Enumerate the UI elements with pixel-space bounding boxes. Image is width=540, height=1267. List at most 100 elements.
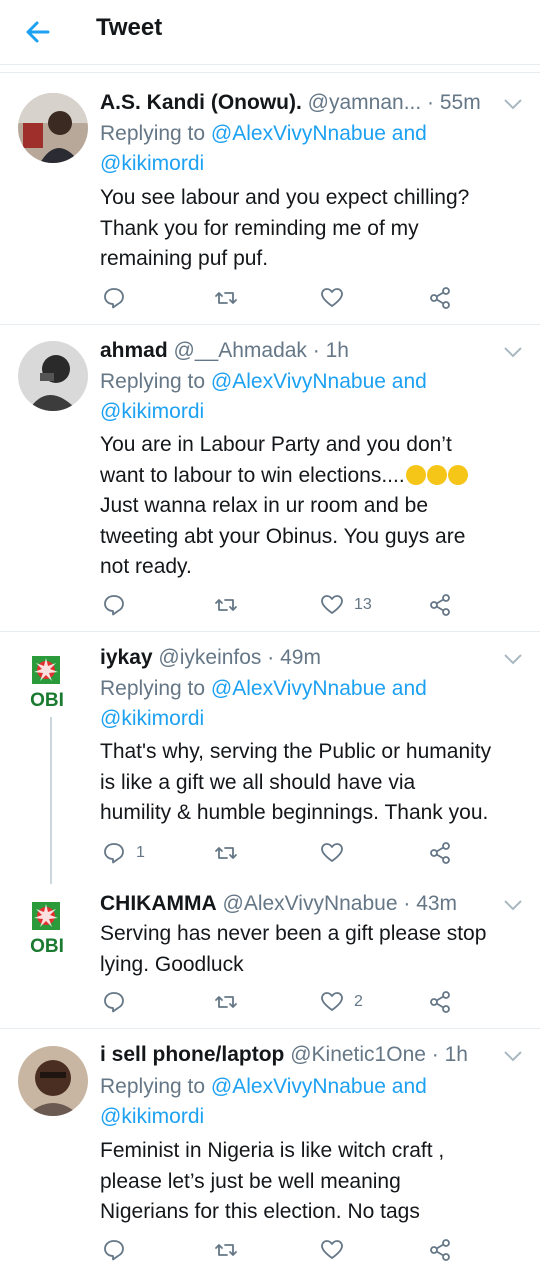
chevron-down-icon[interactable]: [502, 1049, 524, 1063]
text-line: Thank you for reminding me of my: [100, 216, 419, 240]
divider: [0, 72, 540, 73]
text-line: Nigerians for this election. No tags: [100, 1200, 420, 1223]
display-name[interactable]: CHIKAMMA: [100, 892, 217, 915]
replying-to: Replying to @AlexVivyNnabue and @kikimor…: [100, 1072, 520, 1132]
display-name[interactable]: ahmad: [100, 339, 168, 362]
share-button[interactable]: [428, 286, 452, 310]
back-arrow-icon[interactable]: [22, 16, 54, 48]
heart-icon: [321, 1240, 343, 1259]
mention-link[interactable]: @AlexVivyNnabue and: [211, 122, 427, 145]
replying-prefix: Replying to: [100, 677, 211, 700]
reply-count: 1: [136, 844, 145, 861]
chevron-down-icon[interactable]: [502, 345, 524, 359]
share-icon: [430, 842, 450, 864]
reply-icon: [104, 843, 124, 864]
chevron-down-icon[interactable]: [502, 652, 524, 666]
like-button[interactable]: [320, 286, 344, 310]
obi-logo-avatar[interactable]: OBI: [22, 900, 72, 960]
retweet-button[interactable]: [214, 990, 238, 1014]
replying-prefix: Replying to: [100, 1075, 211, 1098]
mention-link[interactable]: @kikimordi: [100, 152, 204, 175]
like-button[interactable]: [320, 841, 344, 865]
divider: [0, 324, 540, 325]
replying-to: Replying to @AlexVivyNnabue and @kikimor…: [100, 674, 520, 734]
text-line: tweeting abt your Obinus. You guys are: [100, 524, 466, 548]
retweet-button[interactable]: [214, 593, 238, 617]
reply-icon: [104, 1240, 124, 1261]
like-button[interactable]: [320, 1238, 344, 1262]
tweet-text: Feminist in Nigeria is like witch craft …: [100, 1136, 530, 1228]
page-title: Tweet: [96, 14, 163, 41]
display-name[interactable]: A.S. Kandi (Onowu).: [100, 91, 302, 114]
like-count: 2: [354, 993, 363, 1010]
tweet-text: You see labour and you expect chilling? …: [100, 183, 530, 275]
avatar[interactable]: [18, 93, 88, 163]
reply-button[interactable]: [102, 593, 126, 617]
text-line: Serving has never been a gift please sto…: [100, 922, 487, 945]
reply-button[interactable]: [102, 990, 126, 1014]
heart-icon: [321, 595, 343, 614]
share-button[interactable]: [428, 593, 452, 617]
text-line: You are in Labour Party and you don’t: [100, 433, 452, 456]
share-button[interactable]: [428, 990, 452, 1014]
replying-to: Replying to @AlexVivyNnabue and @kikimor…: [100, 367, 520, 427]
heart-icon: [321, 992, 343, 1011]
tweet-text: That's why, serving the Public or humani…: [100, 737, 530, 829]
handle[interactable]: @iykeinfos: [158, 646, 261, 669]
share-icon: [430, 991, 450, 1013]
display-name[interactable]: iykay: [100, 646, 153, 669]
thread-connector: [50, 717, 52, 884]
mention-link[interactable]: @kikimordi: [100, 1105, 204, 1128]
like-count: 13: [354, 596, 372, 613]
mention-link[interactable]: @AlexVivyNnabue and: [211, 370, 427, 393]
handle[interactable]: @yamnan...: [308, 91, 422, 114]
share-icon: [430, 1239, 450, 1261]
chevron-down-icon[interactable]: [502, 898, 524, 912]
obi-logo-avatar[interactable]: OBI: [22, 654, 72, 714]
laughing-emoji-icon: [447, 464, 468, 485]
mention-link[interactable]: @AlexVivyNnabue and: [211, 677, 427, 700]
tweet-text: Serving has never been a gift please sto…: [100, 919, 530, 980]
text-line: humility & humble beginnings. Thank you.: [100, 801, 489, 824]
handle[interactable]: @__Ahmadak: [174, 339, 307, 362]
text-line: lying. Goodluck: [100, 952, 244, 976]
timestamp: · 43m: [397, 892, 458, 915]
text-line: please let’s just be well meaning: [100, 1169, 401, 1193]
share-button[interactable]: [428, 1238, 452, 1262]
avatar[interactable]: [18, 341, 88, 411]
reply-button[interactable]: 1: [102, 841, 145, 865]
text-line: want to labour to win elections....: [100, 463, 405, 487]
obi-logo-text: OBI: [30, 690, 64, 711]
retweet-icon: [215, 1244, 237, 1256]
text-line: remaining puf puf.: [100, 247, 269, 270]
timestamp: · 49m: [261, 646, 321, 669]
share-button[interactable]: [428, 841, 452, 865]
reply-button[interactable]: [102, 286, 126, 310]
mention-link[interactable]: @kikimordi: [100, 400, 204, 423]
text-line: Just wanna relax in ur room and be: [100, 494, 429, 517]
mention-link[interactable]: @AlexVivyNnabue and: [211, 1075, 427, 1098]
replying-prefix: Replying to: [100, 122, 211, 145]
text-line-with-emoji: want to labour to win elections....: [100, 461, 530, 492]
reply-button[interactable]: [102, 1238, 126, 1262]
like-button[interactable]: 13: [320, 593, 372, 617]
obi-logo-text: OBI: [30, 936, 64, 957]
timestamp: · 1h: [306, 339, 349, 362]
tweet-text: You are in Labour Party and you don’t wa…: [100, 430, 530, 583]
retweet-button[interactable]: [214, 841, 238, 865]
text-line: not ready.: [100, 555, 192, 578]
mention-link[interactable]: @kikimordi: [100, 707, 204, 730]
handle[interactable]: @AlexVivyNnabue: [223, 892, 398, 915]
laughing-emoji-icon: [405, 464, 426, 485]
avatar[interactable]: [18, 1046, 88, 1116]
retweet-icon: [215, 996, 237, 1008]
display-name[interactable]: i sell phone/laptop: [100, 1043, 284, 1066]
like-button[interactable]: 2: [320, 990, 363, 1014]
retweet-button[interactable]: [214, 286, 238, 310]
retweet-icon: [215, 599, 237, 611]
reply-icon: [104, 288, 124, 309]
retweet-button[interactable]: [214, 1238, 238, 1262]
chevron-down-icon[interactable]: [502, 97, 524, 111]
top-bar: Tweet: [0, 0, 540, 65]
handle[interactable]: @Kinetic1One: [290, 1043, 426, 1066]
